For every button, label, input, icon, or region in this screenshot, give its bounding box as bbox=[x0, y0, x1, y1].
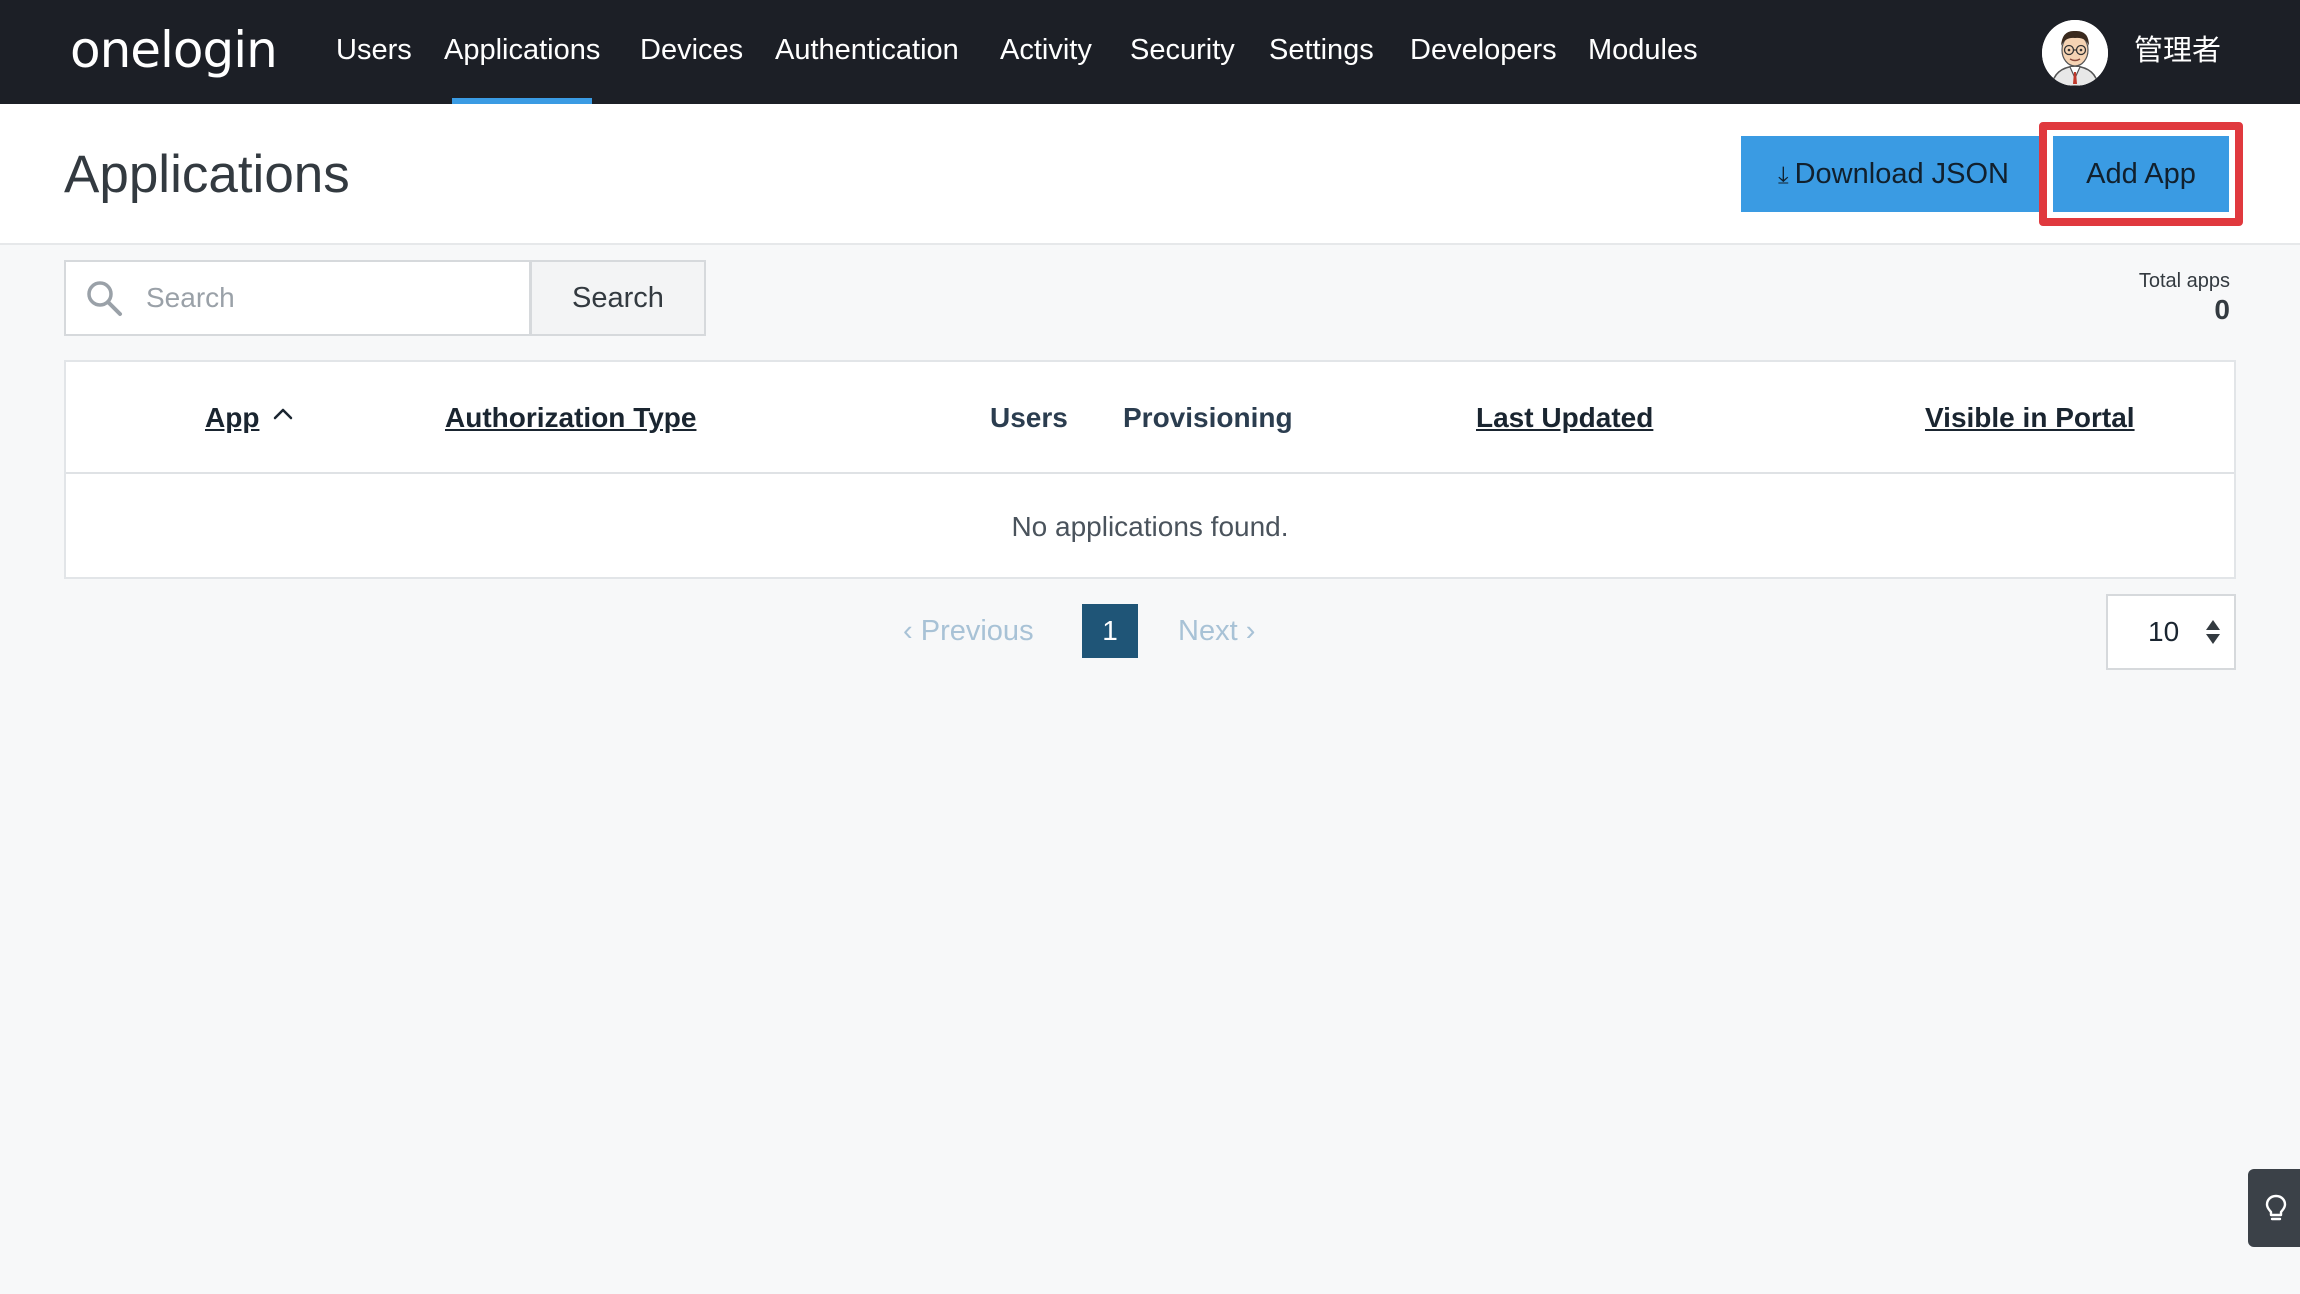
column-header-last-updated[interactable]: Last Updated bbox=[1476, 362, 1653, 474]
column-header-visible-in-portal[interactable]: Visible in Portal bbox=[1925, 362, 2135, 474]
tips-button[interactable] bbox=[2248, 1169, 2300, 1247]
total-apps-label: Total apps bbox=[2138, 270, 2230, 292]
nav-item-authentication[interactable]: Authentication bbox=[775, 0, 959, 104]
page-header: Applications ⤓ Download JSON Add App bbox=[0, 104, 2300, 245]
column-header-app[interactable]: App bbox=[205, 362, 259, 474]
user-name[interactable]: 管理者 bbox=[2134, 0, 2221, 104]
table-header: App Authorization Type Users Provisionin… bbox=[66, 362, 2234, 474]
nav-item-settings[interactable]: Settings bbox=[1269, 0, 1374, 104]
column-header-users: Users bbox=[990, 402, 1068, 433]
search-box bbox=[64, 260, 531, 336]
search-input[interactable] bbox=[146, 264, 516, 332]
nav-item-users[interactable]: Users bbox=[336, 0, 412, 104]
chevron-right-icon: › bbox=[1245, 615, 1256, 647]
chevron-left-icon: ‹ bbox=[903, 615, 913, 647]
nav-item-applications[interactable]: Applications bbox=[444, 0, 600, 104]
search-button[interactable]: Search bbox=[530, 260, 706, 336]
add-app-button[interactable]: Add App bbox=[2053, 136, 2229, 212]
lightbulb-icon bbox=[2265, 1194, 2287, 1221]
download-json-label: Download JSON bbox=[1794, 158, 2009, 190]
column-header-authorization-type[interactable]: Authorization Type bbox=[445, 362, 696, 474]
page-title: Applications bbox=[64, 145, 350, 204]
nav-item-modules[interactable]: Modules bbox=[1588, 0, 1698, 104]
top-nav: onelogin Users Applications Devices Auth… bbox=[0, 0, 2300, 104]
empty-table-message: No applications found. bbox=[1011, 511, 1289, 542]
user-avatar[interactable] bbox=[2042, 20, 2108, 86]
nav-item-devices[interactable]: Devices bbox=[640, 0, 743, 104]
applications-table: App Authorization Type Users Provisionin… bbox=[64, 360, 2236, 579]
nav-item-developers[interactable]: Developers bbox=[1410, 0, 1557, 104]
next-page-label: Next bbox=[1178, 615, 1238, 647]
download-icon: ⤓ bbox=[1778, 162, 1789, 189]
onelogin-logo[interactable]: onelogin bbox=[70, 18, 278, 82]
sort-ascending-icon[interactable] bbox=[271, 402, 295, 426]
previous-page-button[interactable]: ‹ Previous bbox=[903, 604, 1034, 658]
search-icon bbox=[87, 281, 122, 316]
avatar-icon bbox=[2042, 20, 2108, 86]
column-header-provisioning: Provisioning bbox=[1123, 402, 1293, 433]
total-apps-count: 0 bbox=[2214, 294, 2230, 325]
per-page-select[interactable]: 10 bbox=[2106, 594, 2236, 670]
select-arrows-icon bbox=[2206, 620, 2220, 644]
nav-item-security[interactable]: Security bbox=[1130, 0, 1235, 104]
nav-item-activity[interactable]: Activity bbox=[1000, 0, 1092, 104]
per-page-value: 10 bbox=[2148, 616, 2180, 647]
next-page-button[interactable]: Next › bbox=[1178, 604, 1255, 658]
download-json-button[interactable]: ⤓ Download JSON bbox=[1741, 136, 2046, 212]
page-number-button[interactable]: 1 bbox=[1082, 604, 1138, 658]
previous-page-label: Previous bbox=[920, 615, 1034, 647]
